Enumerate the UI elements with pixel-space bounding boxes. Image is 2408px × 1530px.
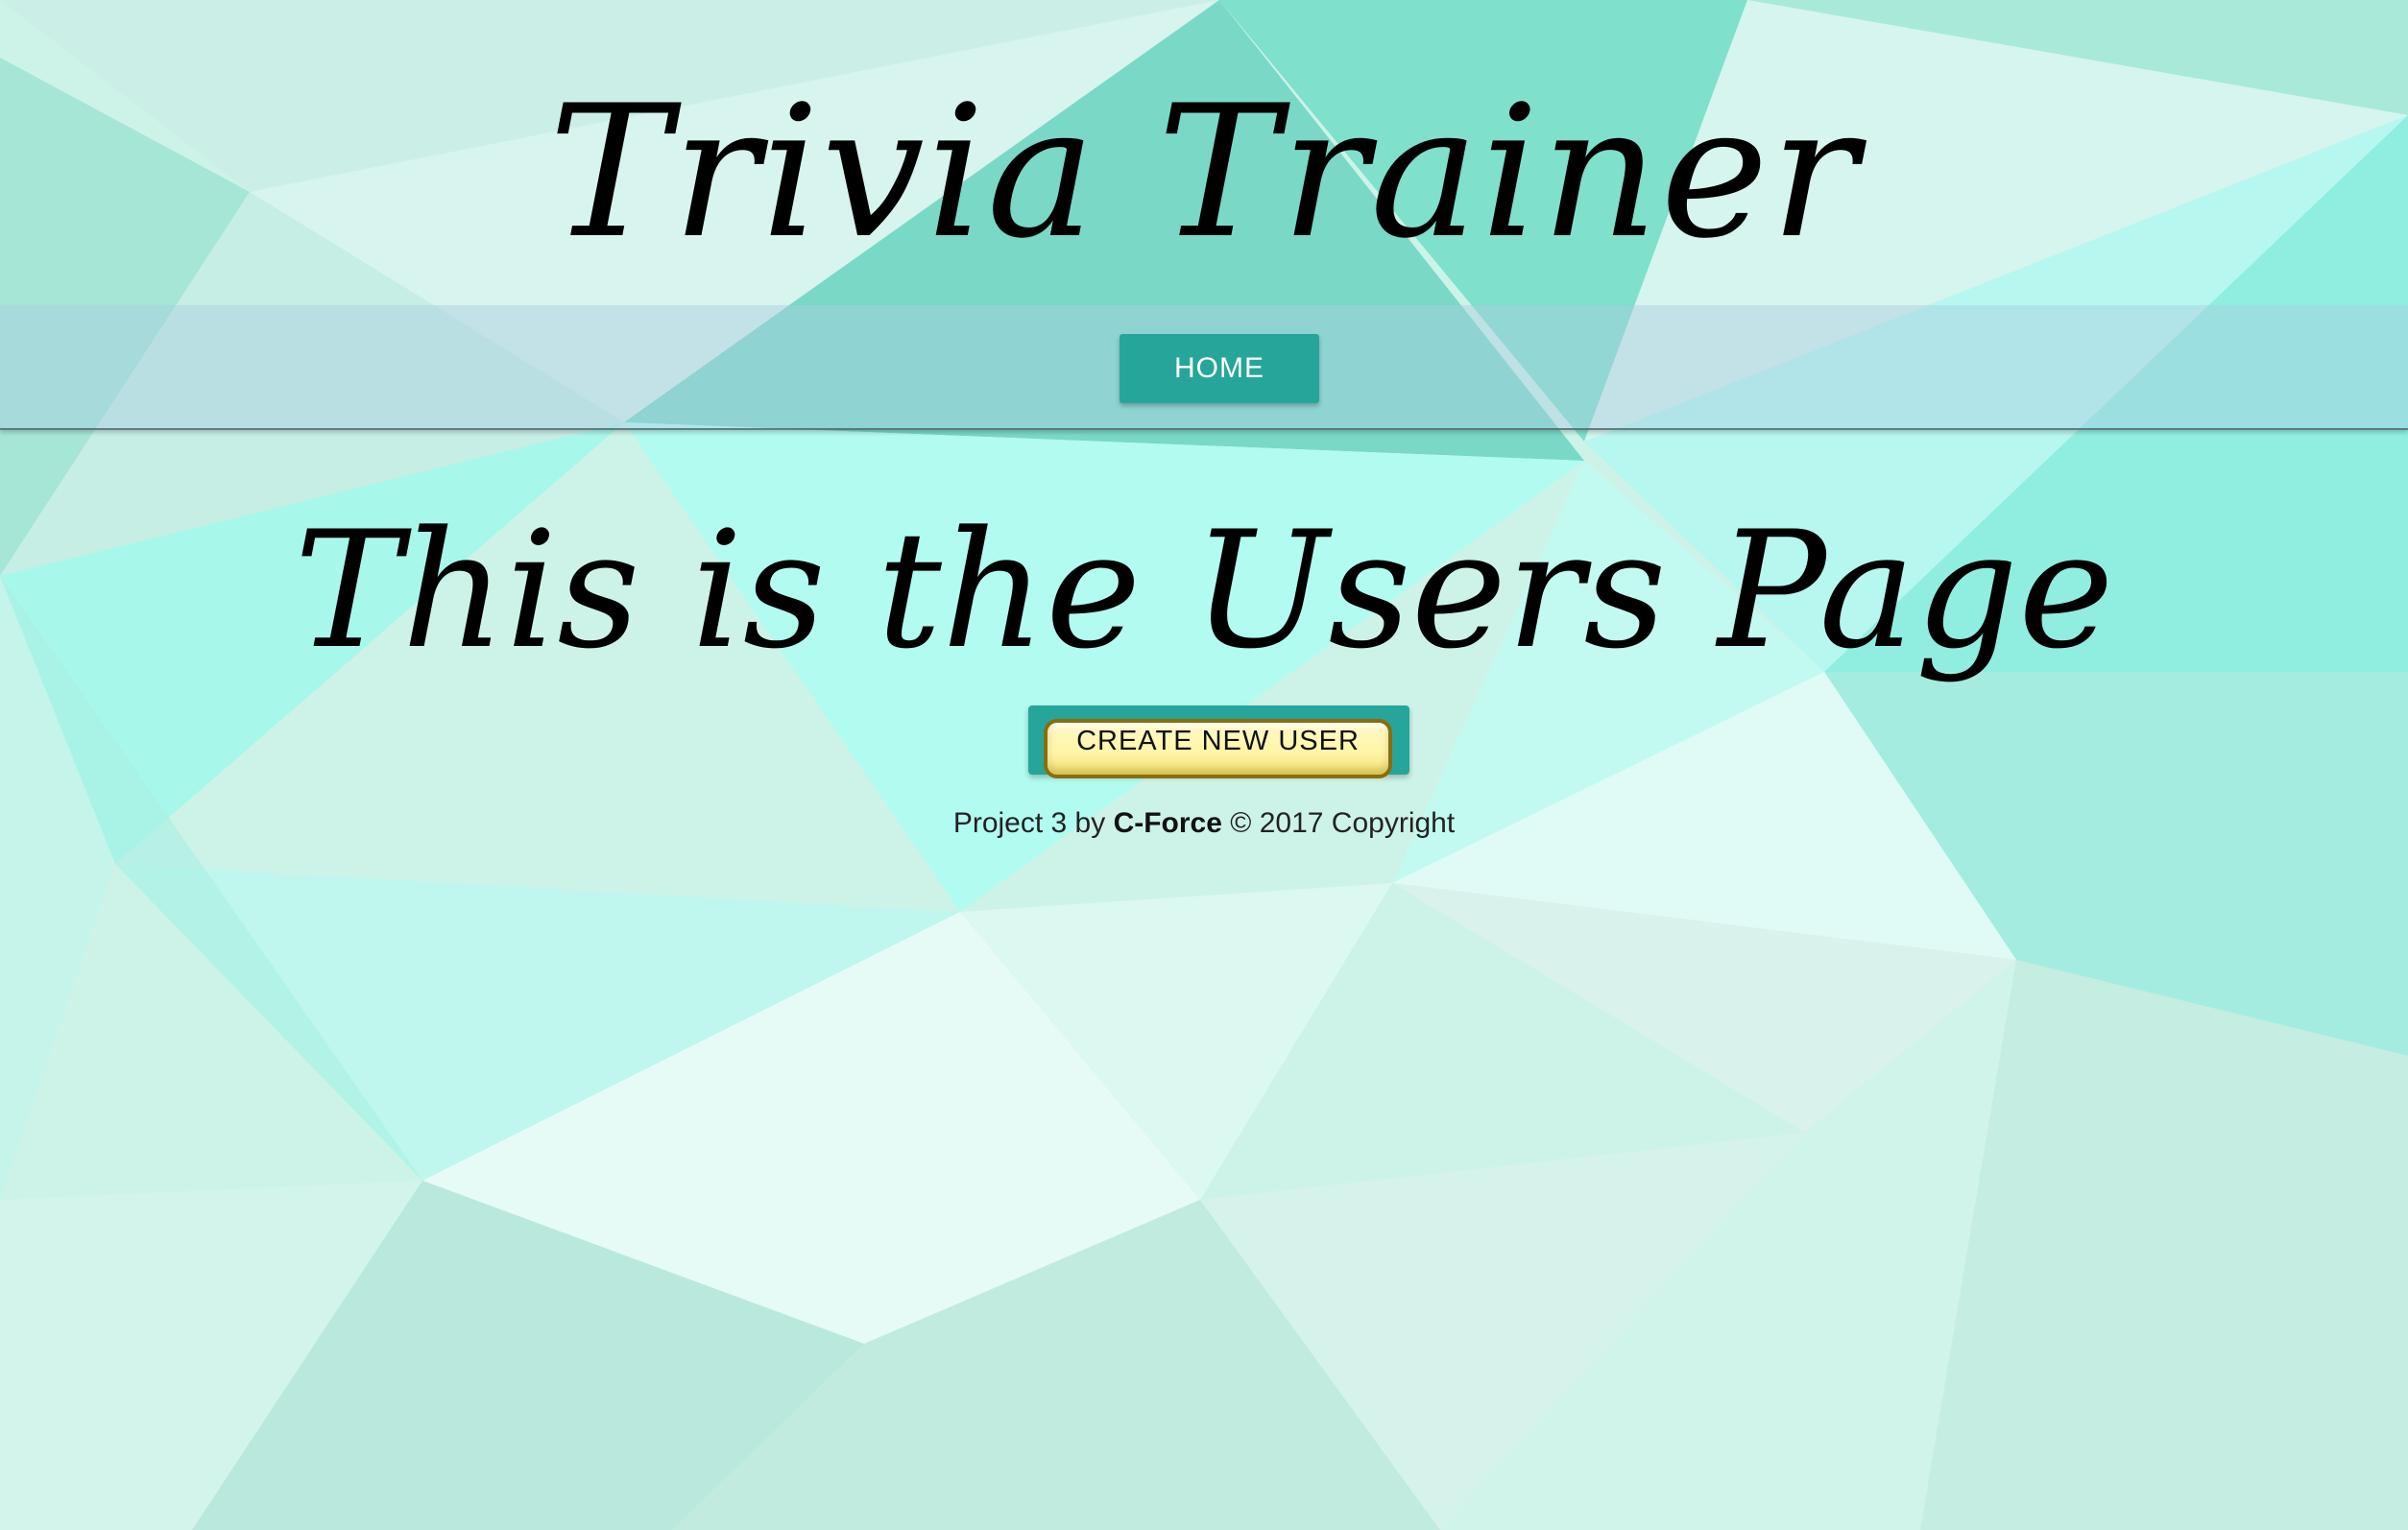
footer-copyright: © 2017 Copyright — [1230, 807, 1456, 839]
page-heading: This is the Users Page — [294, 496, 2114, 684]
site-title: Trivia Trainer — [548, 66, 1860, 278]
footer: Project 3 by C-Force © 2017 Copyright — [0, 804, 2408, 843]
footer-prefix: Project 3 by — [952, 807, 1106, 839]
create-user-button-frame: CREATE NEW USER — [1028, 705, 1409, 778]
create-new-user-button[interactable]: CREATE NEW USER — [1044, 719, 1392, 778]
home-button[interactable]: HOME — [1120, 334, 1319, 403]
footer-author: C-Force — [1113, 807, 1222, 839]
navbar: HOME — [0, 305, 2408, 430]
